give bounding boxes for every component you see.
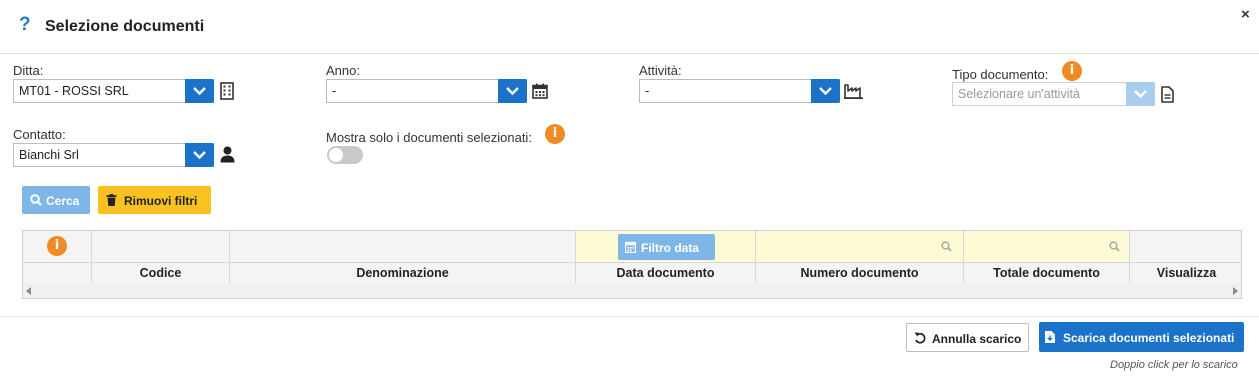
search-icon bbox=[30, 194, 42, 206]
help-icon: ? bbox=[19, 14, 31, 35]
chevron-down-icon bbox=[1134, 90, 1147, 99]
contatto-label: Contatto: bbox=[13, 127, 66, 142]
contatto-select[interactable]: Bianchi Srl bbox=[13, 143, 214, 167]
anno-value: - bbox=[332, 84, 337, 98]
denominazione-filter-cell bbox=[230, 231, 576, 263]
chevron-down-icon bbox=[506, 87, 519, 96]
ditta-label: Ditta: bbox=[13, 63, 44, 78]
attivita-dropdown-button[interactable] bbox=[811, 79, 840, 103]
column-header-data-documento[interactable]: Data documento bbox=[576, 263, 756, 283]
contatto-dropdown-button[interactable] bbox=[185, 143, 214, 167]
attivita-label: Attività: bbox=[639, 63, 682, 78]
rimuovi-filtri-label: Rimuovi filtri bbox=[124, 194, 198, 208]
info-icon[interactable]: i bbox=[1062, 61, 1082, 81]
cerca-label: Cerca bbox=[46, 194, 80, 208]
search-icon bbox=[941, 241, 952, 252]
scroll-right-icon[interactable] bbox=[1233, 287, 1239, 295]
anno-dropdown-button[interactable] bbox=[498, 79, 527, 103]
scarica-documenti-button[interactable]: Scarica documenti selezionati bbox=[1039, 322, 1244, 352]
toggle-knob bbox=[329, 148, 343, 162]
footer-divider bbox=[0, 316, 1259, 317]
dialog-title: Selezione documenti bbox=[45, 18, 205, 35]
totale-documento-filter-cell[interactable] bbox=[964, 231, 1130, 263]
filtro-data-label: Filtro data bbox=[641, 241, 700, 255]
building-icon[interactable] bbox=[220, 82, 234, 100]
annulla-scarico-button[interactable]: Annulla scarico bbox=[906, 323, 1029, 352]
ditta-dropdown-button[interactable] bbox=[185, 79, 214, 103]
mostra-solo-toggle[interactable] bbox=[327, 146, 363, 164]
user-icon[interactable] bbox=[220, 146, 235, 163]
rimuovi-filtri-button[interactable]: Rimuovi filtri bbox=[98, 186, 211, 214]
scarica-documenti-label: Scarica documenti selezionati bbox=[1063, 331, 1235, 345]
info-icon[interactable]: i bbox=[47, 236, 67, 256]
file-download-icon bbox=[1045, 331, 1055, 343]
contatto-value: Bianchi Srl bbox=[19, 148, 79, 162]
trash-icon bbox=[106, 194, 117, 206]
double-click-hint: Doppio click per lo scarico bbox=[1110, 359, 1238, 371]
numero-documento-filter-cell[interactable] bbox=[756, 231, 964, 263]
visualizza-filter-cell bbox=[1130, 231, 1241, 263]
scroll-left-icon[interactable] bbox=[26, 287, 32, 295]
search-icon bbox=[1109, 241, 1120, 252]
document-icon[interactable] bbox=[1161, 86, 1174, 103]
documents-grid: i Filtro data Codice Denominazione Data … bbox=[22, 230, 1242, 299]
tipo-documento-placeholder: Selezionare un'attività bbox=[958, 87, 1080, 101]
info-icon[interactable]: i bbox=[545, 124, 565, 144]
calendar-icon bbox=[625, 241, 636, 253]
close-icon[interactable]: × bbox=[1241, 6, 1250, 23]
chevron-down-icon bbox=[819, 87, 832, 96]
chevron-down-icon bbox=[193, 151, 206, 160]
ditta-select[interactable]: MT01 - ROSSI SRL bbox=[13, 79, 214, 103]
tipo-documento-dropdown-button[interactable] bbox=[1126, 82, 1155, 106]
filtro-data-button[interactable]: Filtro data bbox=[618, 234, 715, 260]
data-documento-filter-cell: Filtro data bbox=[576, 231, 756, 263]
column-header-denominazione[interactable]: Denominazione bbox=[230, 263, 576, 283]
column-header-codice[interactable]: Codice bbox=[92, 263, 230, 283]
anno-label: Anno: bbox=[326, 63, 360, 78]
tipo-documento-label: Tipo documento: bbox=[952, 67, 1049, 82]
column-header-totale-documento[interactable]: Totale documento bbox=[964, 263, 1130, 283]
tipo-documento-select[interactable]: Selezionare un'attività bbox=[952, 82, 1155, 106]
mostra-solo-label: Mostra solo i documenti selezionati: bbox=[326, 130, 532, 145]
attivita-select[interactable]: - bbox=[639, 79, 840, 103]
undo-icon bbox=[914, 332, 926, 344]
ditta-value: MT01 - ROSSI SRL bbox=[19, 84, 129, 98]
cerca-button[interactable]: Cerca bbox=[22, 186, 90, 214]
codice-filter-cell bbox=[92, 231, 230, 263]
anno-select[interactable]: - bbox=[326, 79, 527, 103]
calendar-icon[interactable] bbox=[532, 83, 548, 99]
horizontal-scrollbar[interactable] bbox=[23, 283, 1241, 298]
column-header-numero-documento[interactable]: Numero documento bbox=[756, 263, 964, 283]
annulla-scarico-label: Annulla scarico bbox=[932, 332, 1022, 346]
chevron-down-icon bbox=[193, 87, 206, 96]
attivita-value: - bbox=[645, 84, 650, 98]
grid-info-header-cell: i bbox=[23, 231, 92, 263]
industry-icon[interactable] bbox=[844, 84, 863, 99]
column-header-visualizza[interactable]: Visualizza bbox=[1130, 263, 1241, 283]
select-column-header bbox=[23, 263, 92, 283]
